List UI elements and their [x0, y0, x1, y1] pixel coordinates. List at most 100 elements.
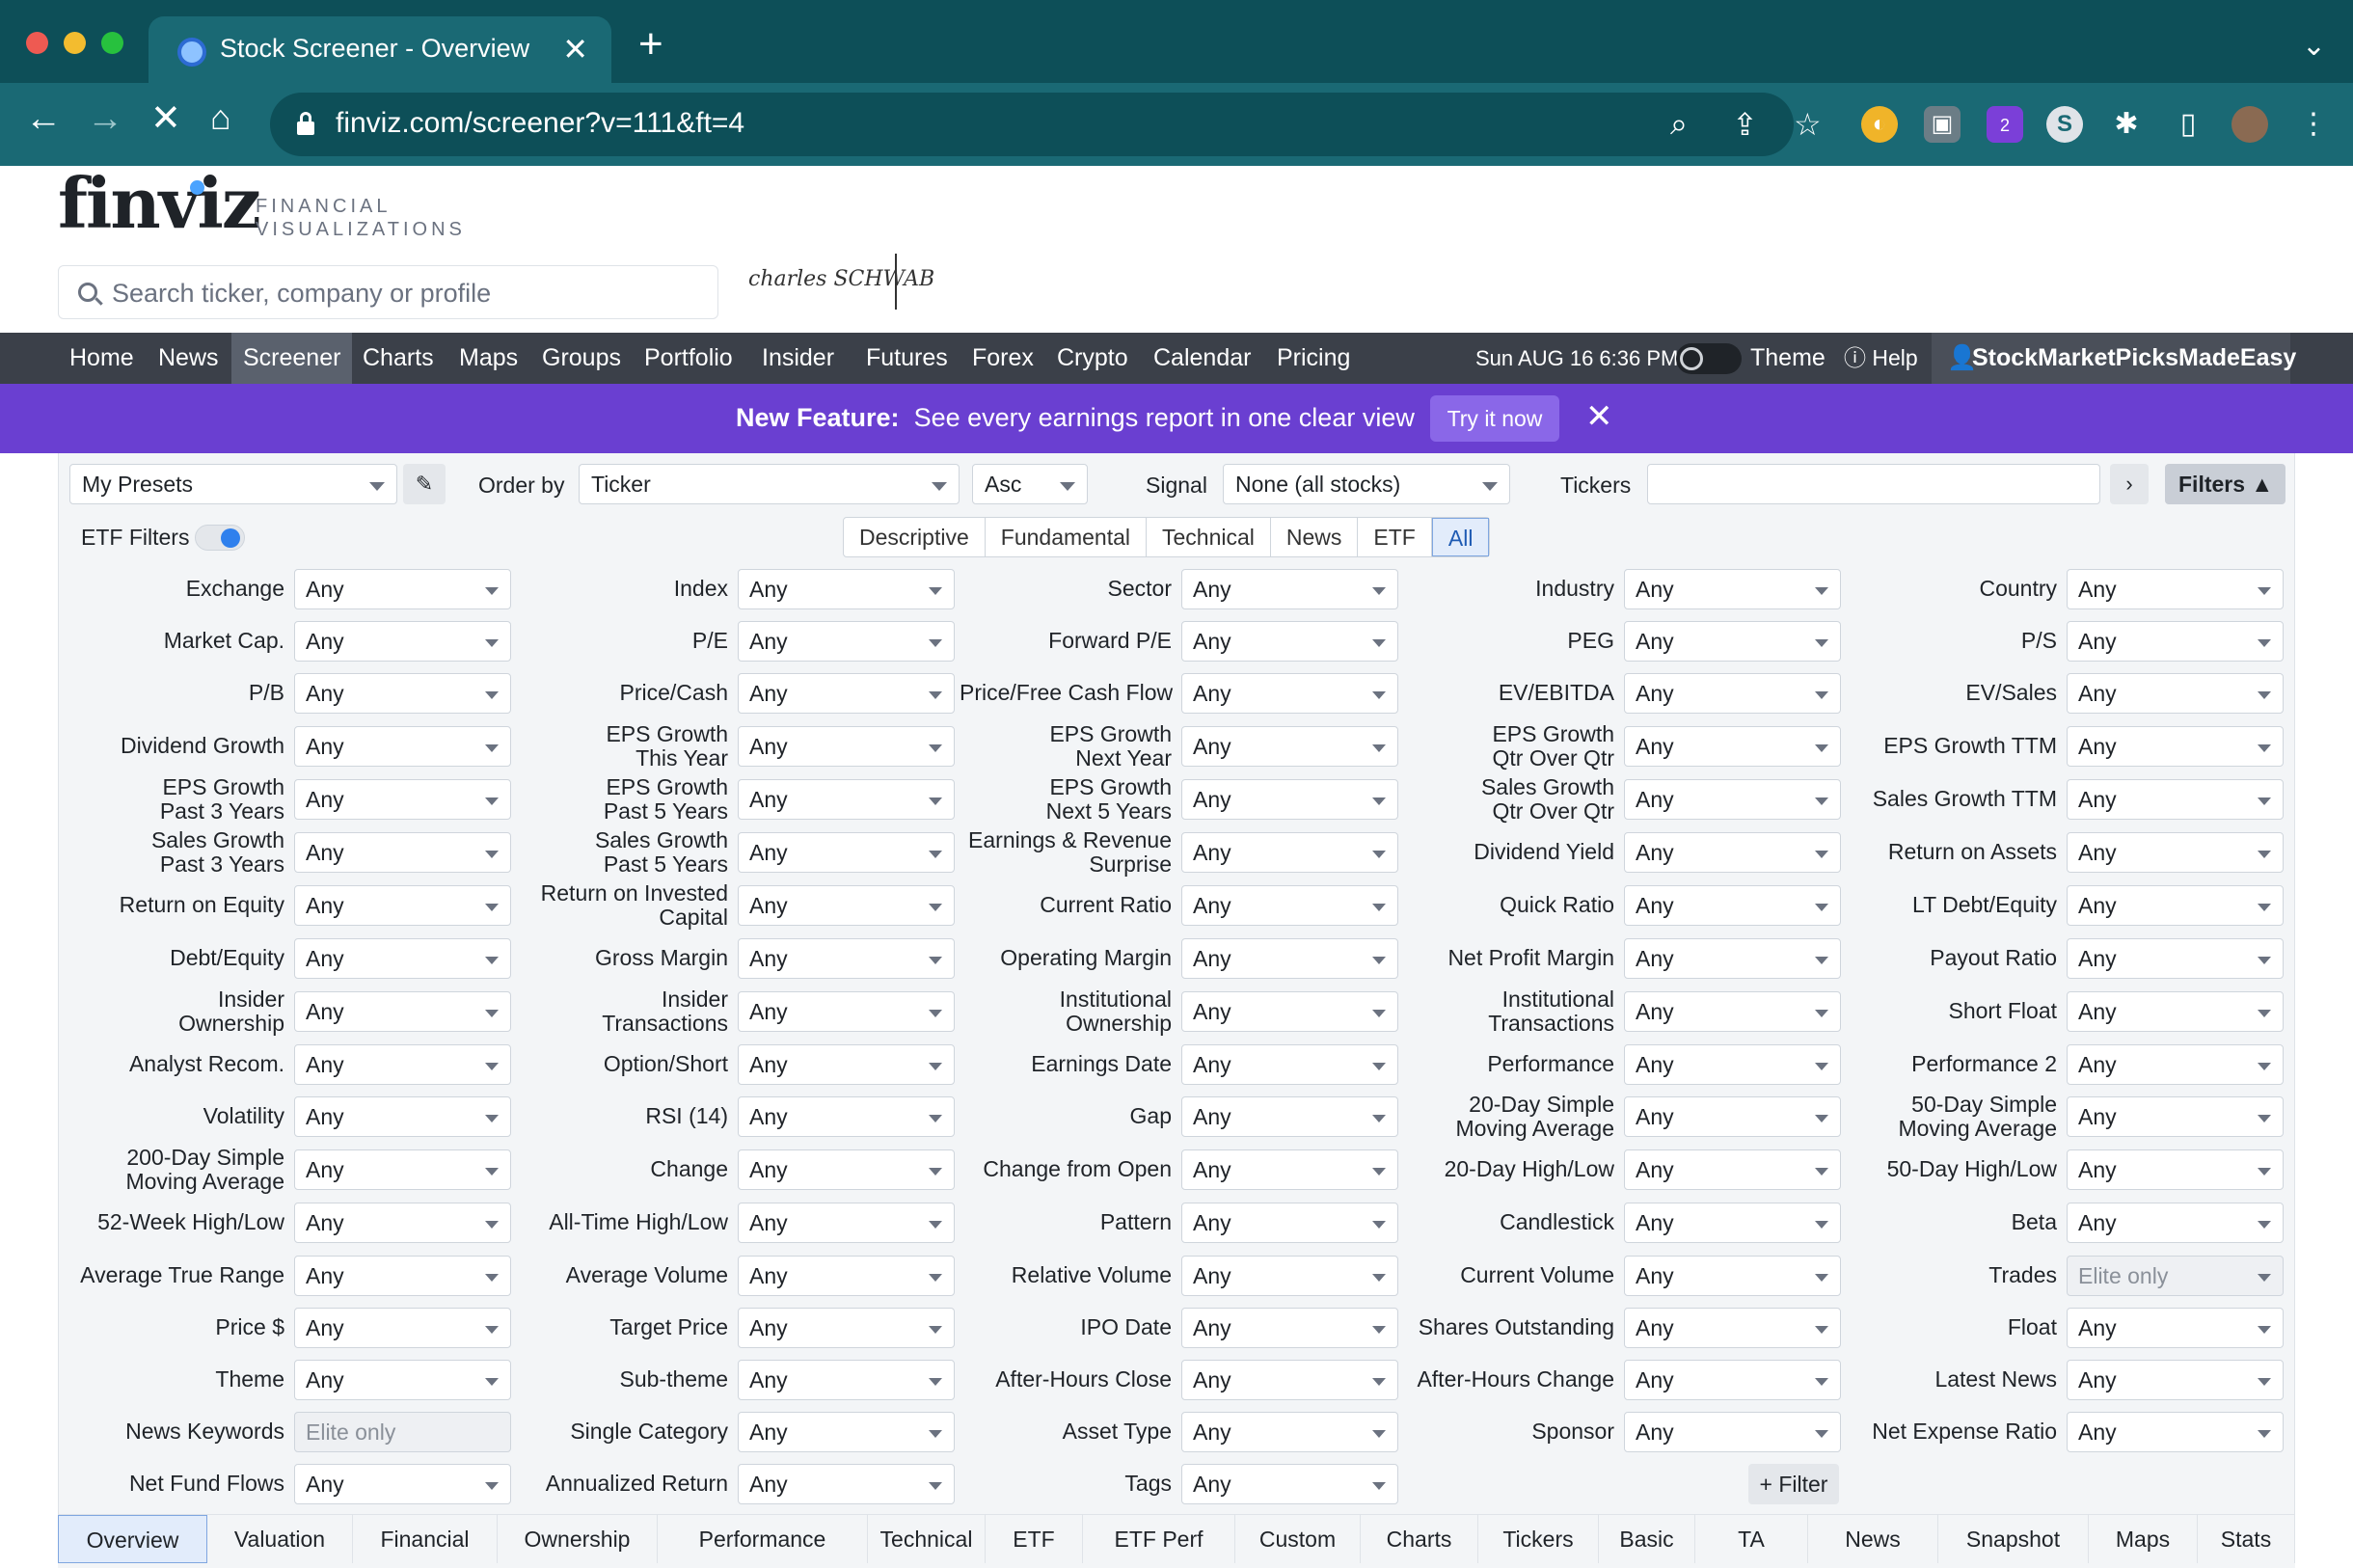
filter-select-current-ratio[interactable]: Any: [1181, 885, 1398, 926]
order-direction-select[interactable]: Asc: [972, 464, 1088, 504]
tab-news[interactable]: News: [1271, 518, 1359, 556]
filter-select-price[interactable]: Any: [294, 1308, 511, 1348]
filter-select-p-e[interactable]: Any: [738, 621, 955, 662]
filter-select-after-hours-change[interactable]: Any: [1624, 1360, 1841, 1400]
filter-select-200-day-simple-moving-average[interactable]: Any: [294, 1149, 511, 1190]
view-tab-financial[interactable]: Financial: [353, 1515, 498, 1563]
filter-select-20-day-high-low[interactable]: Any: [1624, 1149, 1841, 1190]
side-panel-icon[interactable]: ▯: [2170, 106, 2206, 143]
filter-select-eps-growth-this-year[interactable]: Any: [738, 726, 955, 767]
presets-select[interactable]: My Presets: [69, 464, 397, 504]
filter-select-analyst-recom[interactable]: Any: [294, 1044, 511, 1085]
close-window-button[interactable]: [26, 32, 48, 54]
filter-select-pattern[interactable]: Any: [1181, 1203, 1398, 1243]
address-bar[interactable]: finviz.com/screener?v=111&ft=4 ⌕ ⇪ ☆: [270, 93, 1822, 156]
filter-select-eps-growth-next-year[interactable]: Any: [1181, 726, 1398, 767]
filter-select-current-volume[interactable]: Any: [1624, 1256, 1841, 1296]
filter-select-forward-p-e[interactable]: Any: [1181, 621, 1398, 662]
view-tab-charts[interactable]: Charts: [1361, 1515, 1478, 1563]
filter-select-option-short[interactable]: Any: [738, 1044, 955, 1085]
share-icon[interactable]: ⇪: [1732, 106, 1758, 143]
view-tab-news[interactable]: News: [1808, 1515, 1938, 1563]
filter-select-return-on-equity[interactable]: Any: [294, 885, 511, 926]
filter-select-index[interactable]: Any: [738, 569, 955, 609]
help-link[interactable]: ⓘ Help: [1844, 333, 1918, 384]
filter-select-candlestick[interactable]: Any: [1624, 1203, 1841, 1243]
view-tab-technical[interactable]: Technical: [868, 1515, 986, 1563]
filter-select-return-on-assets[interactable]: Any: [2067, 832, 2284, 873]
maximize-window-button[interactable]: [101, 32, 123, 54]
tab-close-icon[interactable]: ✕: [562, 31, 588, 68]
filter-select-sales-growth-past-5-years[interactable]: Any: [738, 832, 955, 873]
signal-select[interactable]: None (all stocks): [1223, 464, 1510, 504]
filter-select-gross-margin[interactable]: Any: [738, 938, 955, 979]
filter-select-average-volume[interactable]: Any: [738, 1256, 955, 1296]
browser-menu-icon[interactable]: ⋮: [2295, 106, 2332, 143]
tab-technical[interactable]: Technical: [1147, 518, 1271, 556]
extension-chrome-icon[interactable]: ◐: [1861, 106, 1898, 143]
filter-select-dividend-yield[interactable]: Any: [1624, 832, 1841, 873]
user-menu[interactable]: 👤 StockMarketPicksMadeEasy: [1932, 333, 2296, 384]
filter-select-eps-growth-next-5-years[interactable]: Any: [1181, 779, 1398, 820]
schwab-ad[interactable]: charles SCHWAB: [743, 254, 934, 310]
nav-item-portfolio[interactable]: Portfolio: [633, 333, 744, 384]
filter-select-50-day-high-low[interactable]: Any: [2067, 1149, 2284, 1190]
filter-select-earnings-date[interactable]: Any: [1181, 1044, 1398, 1085]
filter-select-return-on-invested-capital[interactable]: Any: [738, 885, 955, 926]
view-tab-valuation[interactable]: Valuation: [207, 1515, 353, 1563]
filter-select-asset-type[interactable]: Any: [1181, 1412, 1398, 1452]
home-icon[interactable]: ⌂: [210, 100, 231, 135]
minimize-window-button[interactable]: [64, 32, 86, 54]
filter-select-average-true-range[interactable]: Any: [294, 1256, 511, 1296]
etf-filters-toggle[interactable]: [195, 525, 245, 551]
filter-select-country[interactable]: Any: [2067, 569, 2284, 609]
theme-label[interactable]: Theme: [1750, 333, 1826, 384]
theme-toggle[interactable]: [1676, 343, 1742, 374]
filters-toggle-button[interactable]: Filters ▲: [2165, 464, 2285, 504]
view-tab-ownership[interactable]: Ownership: [498, 1515, 658, 1563]
lock-icon[interactable]: [297, 112, 314, 135]
filter-select-eps-growth-past-3-years[interactable]: Any: [294, 779, 511, 820]
filter-select-volatility[interactable]: Any: [294, 1096, 511, 1137]
nav-item-news[interactable]: News: [147, 333, 230, 384]
extensions-puzzle-icon[interactable]: ✱: [2108, 106, 2145, 143]
filter-select-50-day-simple-moving-average[interactable]: Any: [2067, 1096, 2284, 1137]
filter-select-price-free-cash-flow[interactable]: Any: [1181, 673, 1398, 714]
filter-select-eps-growth-qtr-over-qtr[interactable]: Any: [1624, 726, 1841, 767]
filter-select-ev-ebitda[interactable]: Any: [1624, 673, 1841, 714]
filter-select-exchange[interactable]: Any: [294, 569, 511, 609]
tab-descriptive[interactable]: Descriptive: [844, 518, 986, 556]
filter-select-sub-theme[interactable]: Any: [738, 1360, 955, 1400]
bookmark-star-icon[interactable]: ☆: [1794, 106, 1822, 143]
filter-select-change[interactable]: Any: [738, 1149, 955, 1190]
view-tab-overview[interactable]: Overview: [58, 1515, 207, 1563]
extension-s-icon[interactable]: S: [2046, 106, 2083, 143]
filter-select-lt-debt-equity[interactable]: Any: [2067, 885, 2284, 926]
try-it-now-button[interactable]: Try it now: [1430, 395, 1559, 442]
filter-select-target-price[interactable]: Any: [738, 1308, 955, 1348]
nav-item-pricing[interactable]: Pricing: [1265, 333, 1362, 384]
nav-item-maps[interactable]: Maps: [447, 333, 529, 384]
filter-select-rsi-14[interactable]: Any: [738, 1096, 955, 1137]
filter-select-insider-transactions[interactable]: Any: [738, 991, 955, 1032]
nav-item-home[interactable]: Home: [58, 333, 146, 384]
nav-item-groups[interactable]: Groups: [530, 333, 633, 384]
nav-item-screener[interactable]: Screener: [231, 333, 353, 384]
edit-presets-pencil-icon[interactable]: ✎: [403, 464, 446, 504]
new-tab-button[interactable]: +: [638, 23, 663, 66]
nav-item-calendar[interactable]: Calendar: [1142, 333, 1262, 384]
tab-search-chevron-icon[interactable]: ⌄: [2302, 29, 2326, 63]
view-tab-basic[interactable]: Basic: [1599, 1515, 1695, 1563]
filter-select-industry[interactable]: Any: [1624, 569, 1841, 609]
filter-select-theme[interactable]: Any: [294, 1360, 511, 1400]
filter-select-p-s[interactable]: Any: [2067, 621, 2284, 662]
zoom-search-icon[interactable]: ⌕: [1670, 106, 1688, 143]
filter-select-after-hours-close[interactable]: Any: [1181, 1360, 1398, 1400]
back-arrow-icon[interactable]: ←: [25, 100, 62, 137]
filter-select-sales-growth-qtr-over-qtr[interactable]: Any: [1624, 779, 1841, 820]
filter-select-tags[interactable]: Any: [1181, 1464, 1398, 1504]
filter-select-sales-growth-ttm[interactable]: Any: [2067, 779, 2284, 820]
view-tab-ta[interactable]: TA: [1695, 1515, 1808, 1563]
filter-select-shares-outstanding[interactable]: Any: [1624, 1308, 1841, 1348]
filter-select-net-profit-margin[interactable]: Any: [1624, 938, 1841, 979]
